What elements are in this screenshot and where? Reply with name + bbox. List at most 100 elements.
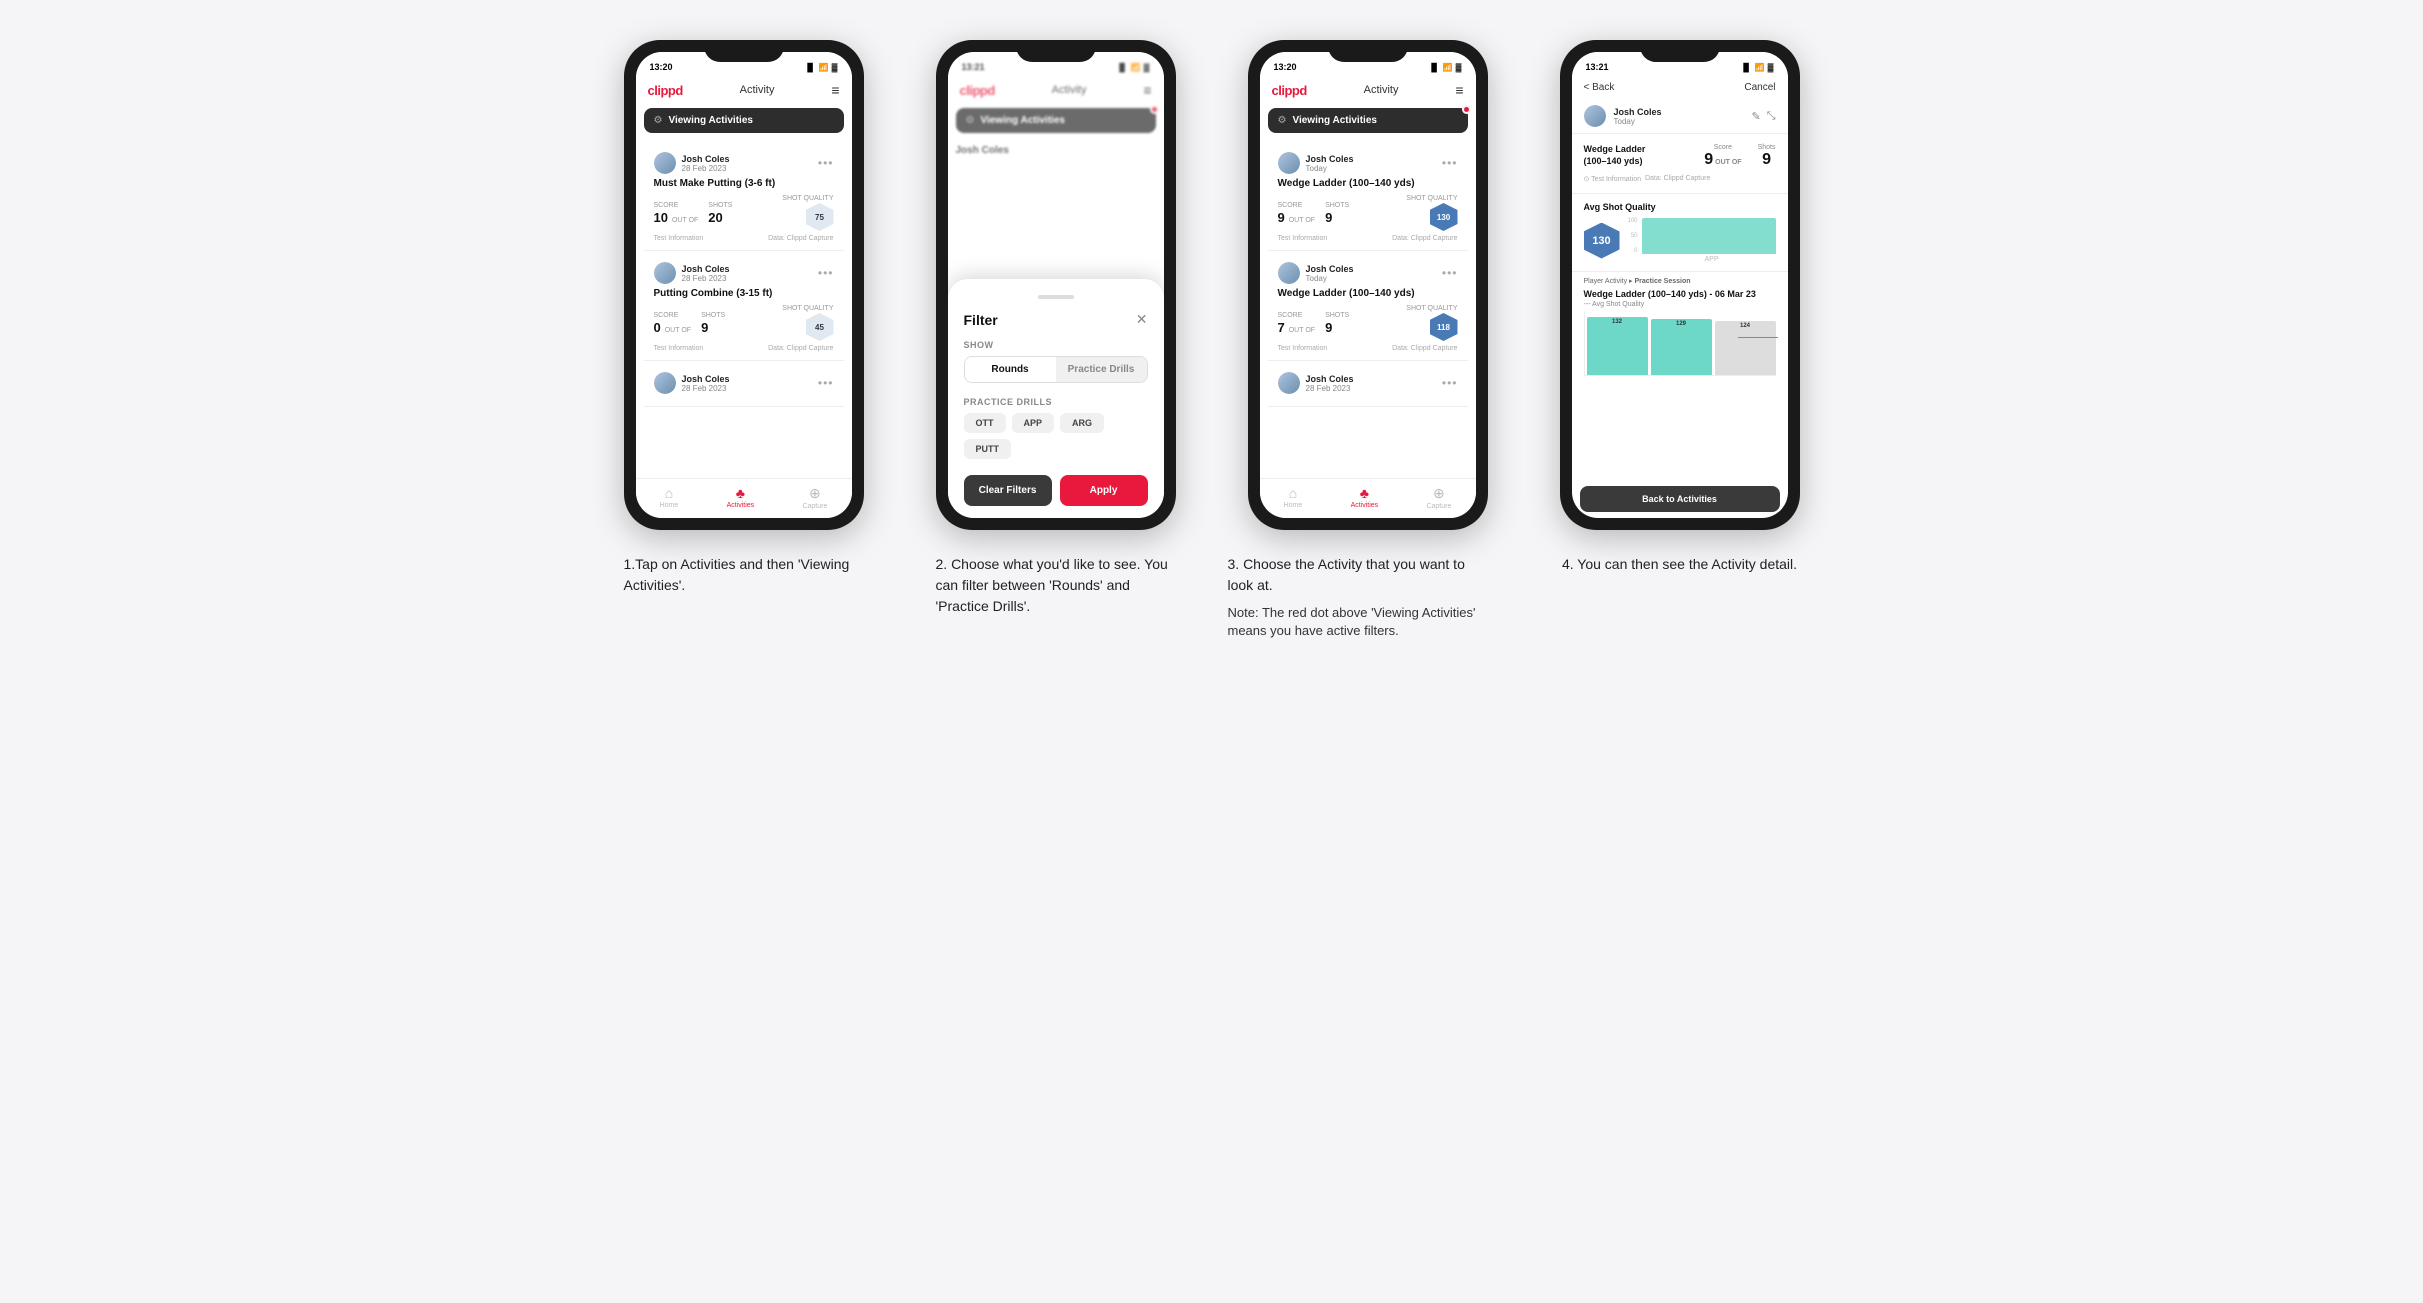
chip-arg[interactable]: ARG <box>1060 413 1104 433</box>
info-right-1-2: Data: Clippd Capture <box>768 345 833 352</box>
activity-title-3-1: Wedge Ladder (100–140 yds) <box>1278 178 1458 189</box>
drills-label: Practice Drills <box>964 397 1148 407</box>
detail-user-info-4: Josh Coles Today <box>1584 105 1662 127</box>
nav-home-3[interactable]: ⌂ Home <box>1284 485 1303 510</box>
viewing-banner-3[interactable]: ⚙ Viewing Activities <box>1268 108 1468 133</box>
nav-activities-3[interactable]: ♣ Activities <box>1351 485 1379 510</box>
practice-drills-toggle[interactable]: Practice Drills <box>1056 357 1147 382</box>
mini-bars-4: 100 50 0 <box>1628 218 1776 254</box>
activities-label-1: Activities <box>727 502 755 509</box>
activity-card-1-1[interactable]: Josh Coles 28 Feb 2023 ••• Must Make Put… <box>644 144 844 251</box>
bottom-nav-1: ⌂ Home ♣ Activities ⊕ Capture <box>636 478 852 518</box>
big-bar-3-4: 124 <box>1715 321 1776 375</box>
hamburger-icon-3[interactable]: ≡ <box>1455 82 1463 98</box>
home-icon-1: ⌂ <box>665 485 673 501</box>
more-dots-3-1[interactable]: ••• <box>1442 156 1458 170</box>
status-icons-1: ▐▌ 📶 ▓ <box>804 63 837 72</box>
stat-shots-1-1: Shots 20 <box>708 202 732 225</box>
expand-icon-4[interactable]: ⤡ <box>1767 110 1776 123</box>
card-header-3-2: Josh Coles Today ••• <box>1278 262 1458 284</box>
activity-card-3-1[interactable]: Josh Coles Today ••• Wedge Ladder (100–1… <box>1268 144 1468 251</box>
activity-card-3-2[interactable]: Josh Coles Today ••• Wedge Ladder (100–1… <box>1268 254 1468 361</box>
user-name-3-3: Josh Coles <box>1306 374 1354 384</box>
viewing-banner-text-1: Viewing Activities <box>668 115 752 126</box>
more-dots-3-2[interactable]: ••• <box>1442 266 1458 280</box>
stat-score-1-2: Score 0 OUT OF <box>654 312 694 335</box>
app-logo-1: clippd <box>648 83 683 98</box>
battery-icon-2: ▓ <box>1144 63 1150 72</box>
rounds-toggle[interactable]: Rounds <box>965 357 1056 382</box>
avatar-1-2 <box>654 262 676 284</box>
caption-3-note: Note: The red dot above 'Viewing Activit… <box>1228 604 1508 640</box>
stats-row-3-1: Score 9 OUT OF Shots 9 <box>1278 195 1458 231</box>
big-bars-container-4: 132 129 124 <box>1584 311 1776 376</box>
info-row-3-2: Test Information Data: Clippd Capture <box>1278 345 1458 352</box>
wifi-icon-4: 📶 <box>1755 63 1765 72</box>
activity-card-1-2[interactable]: Josh Coles 28 Feb 2023 ••• Putting Combi… <box>644 254 844 361</box>
info-row-3-1: Test Information Data: Clippd Capture <box>1278 235 1458 242</box>
battery-icon-3: ▓ <box>1456 63 1462 72</box>
activity-detail-title-4: Wedge Ladder (100–140 yds) - 06 Mar 23 <box>1584 289 1776 299</box>
cancel-button-4[interactable]: Cancel <box>1744 82 1775 93</box>
shots-label-1-1: Shots <box>708 202 732 209</box>
score-value-3-2: 7 <box>1278 320 1285 335</box>
card-header-3-1: Josh Coles Today ••• <box>1278 152 1458 174</box>
more-dots-1-3[interactable]: ••• <box>818 376 834 390</box>
out-of-3-1: OUT OF <box>1289 217 1315 224</box>
chip-putt[interactable]: PUTT <box>964 439 1012 459</box>
close-button[interactable]: ✕ <box>1136 311 1148 328</box>
shots-label-1-2: Shots <box>701 312 725 319</box>
toggle-group[interactable]: Rounds Practice Drills <box>964 356 1148 383</box>
nav-home-1[interactable]: ⌂ Home <box>660 485 679 510</box>
card-header-1-2: Josh Coles 28 Feb 2023 ••• <box>654 262 834 284</box>
user-details-3-1: Josh Coles Today <box>1306 154 1354 173</box>
home-icon-3: ⌂ <box>1289 485 1297 501</box>
chip-ott[interactable]: OTT <box>964 413 1006 433</box>
more-dots-3-3[interactable]: ••• <box>1442 376 1458 390</box>
status-time-3: 13:20 <box>1274 62 1297 72</box>
more-dots-1-1[interactable]: ••• <box>818 156 834 170</box>
info-right-3-2: Data: Clippd Capture <box>1392 345 1457 352</box>
big-bar-val-3-4: 124 <box>1740 323 1750 329</box>
activity-card-1-3[interactable]: Josh Coles 28 Feb 2023 ••• <box>644 364 844 407</box>
filter-icon-1: ⚙ <box>654 115 663 126</box>
user-details-1-3: Josh Coles 28 Feb 2023 <box>682 374 730 393</box>
clear-filters-button[interactable]: Clear Filters <box>964 475 1052 506</box>
status-icons-2: ▐▌ 📶 ▓ <box>1116 63 1149 72</box>
home-label-3: Home <box>1284 502 1303 509</box>
detail-info-right-4: Data: Clippd Capture <box>1645 175 1710 183</box>
edit-icon-4[interactable]: ✎ <box>1751 110 1760 123</box>
user-date-3-2: Today <box>1306 274 1354 283</box>
status-icons-4: ▐▌ 📶 ▓ <box>1740 63 1773 72</box>
avg-quality-section-4: Avg Shot Quality 130 100 50 0 <box>1572 194 1788 272</box>
big-bar-2-4: 129 <box>1651 319 1712 375</box>
nav-activities-1[interactable]: ♣ Activities <box>727 485 755 510</box>
nav-capture-1[interactable]: ⊕ Capture <box>802 485 827 510</box>
score-label-1-1: Score <box>654 202 701 209</box>
phone-4-column: 13:21 ▐▌ 📶 ▓ < Back Cancel <box>1540 40 1820 640</box>
card-header-3-3: Josh Coles 28 Feb 2023 ••• <box>1278 372 1458 394</box>
quality-badge-3-1: 130 <box>1430 203 1458 231</box>
back-button-4[interactable]: < Back <box>1584 82 1615 93</box>
phone-3: 13:20 ▐▌ 📶 ▓ clippd Activity ≡ ⚙ Viewing… <box>1248 40 1488 530</box>
status-time-4: 13:21 <box>1586 62 1609 72</box>
viewing-banner-1[interactable]: ⚙ Viewing Activities <box>644 108 844 133</box>
more-dots-1-2[interactable]: ••• <box>818 266 834 280</box>
shots-value-3-1: 9 <box>1325 210 1349 225</box>
shots-value-3-2: 9 <box>1325 320 1349 335</box>
phone-2-column: 13:21 ▐▌ 📶 ▓ clippd Activity ≡ ⚙ <box>916 40 1196 640</box>
user-date-3-3: 28 Feb 2023 <box>1306 384 1354 393</box>
hamburger-icon-1[interactable]: ≡ <box>831 82 839 98</box>
back-to-activities-button-4[interactable]: Back to Activities <box>1580 486 1780 512</box>
apply-button[interactable]: Apply <box>1060 475 1148 506</box>
stats-row-1-2: Score 0 OUT OF Shots 9 <box>654 305 834 341</box>
user-info-3-1: Josh Coles Today <box>1278 152 1354 174</box>
detail-action-icons: ✎ ⤡ <box>1751 110 1775 123</box>
info-right-3-1: Data: Clippd Capture <box>1392 235 1457 242</box>
out-of-1-1: OUT OF <box>672 217 698 224</box>
chip-app[interactable]: APP <box>1012 413 1055 433</box>
activity-card-3-3[interactable]: Josh Coles 28 Feb 2023 ••• <box>1268 364 1468 407</box>
shots-label-3-2: Shots <box>1325 312 1349 319</box>
nav-capture-3[interactable]: ⊕ Capture <box>1426 485 1451 510</box>
score-value-3-1: 9 <box>1278 210 1285 225</box>
